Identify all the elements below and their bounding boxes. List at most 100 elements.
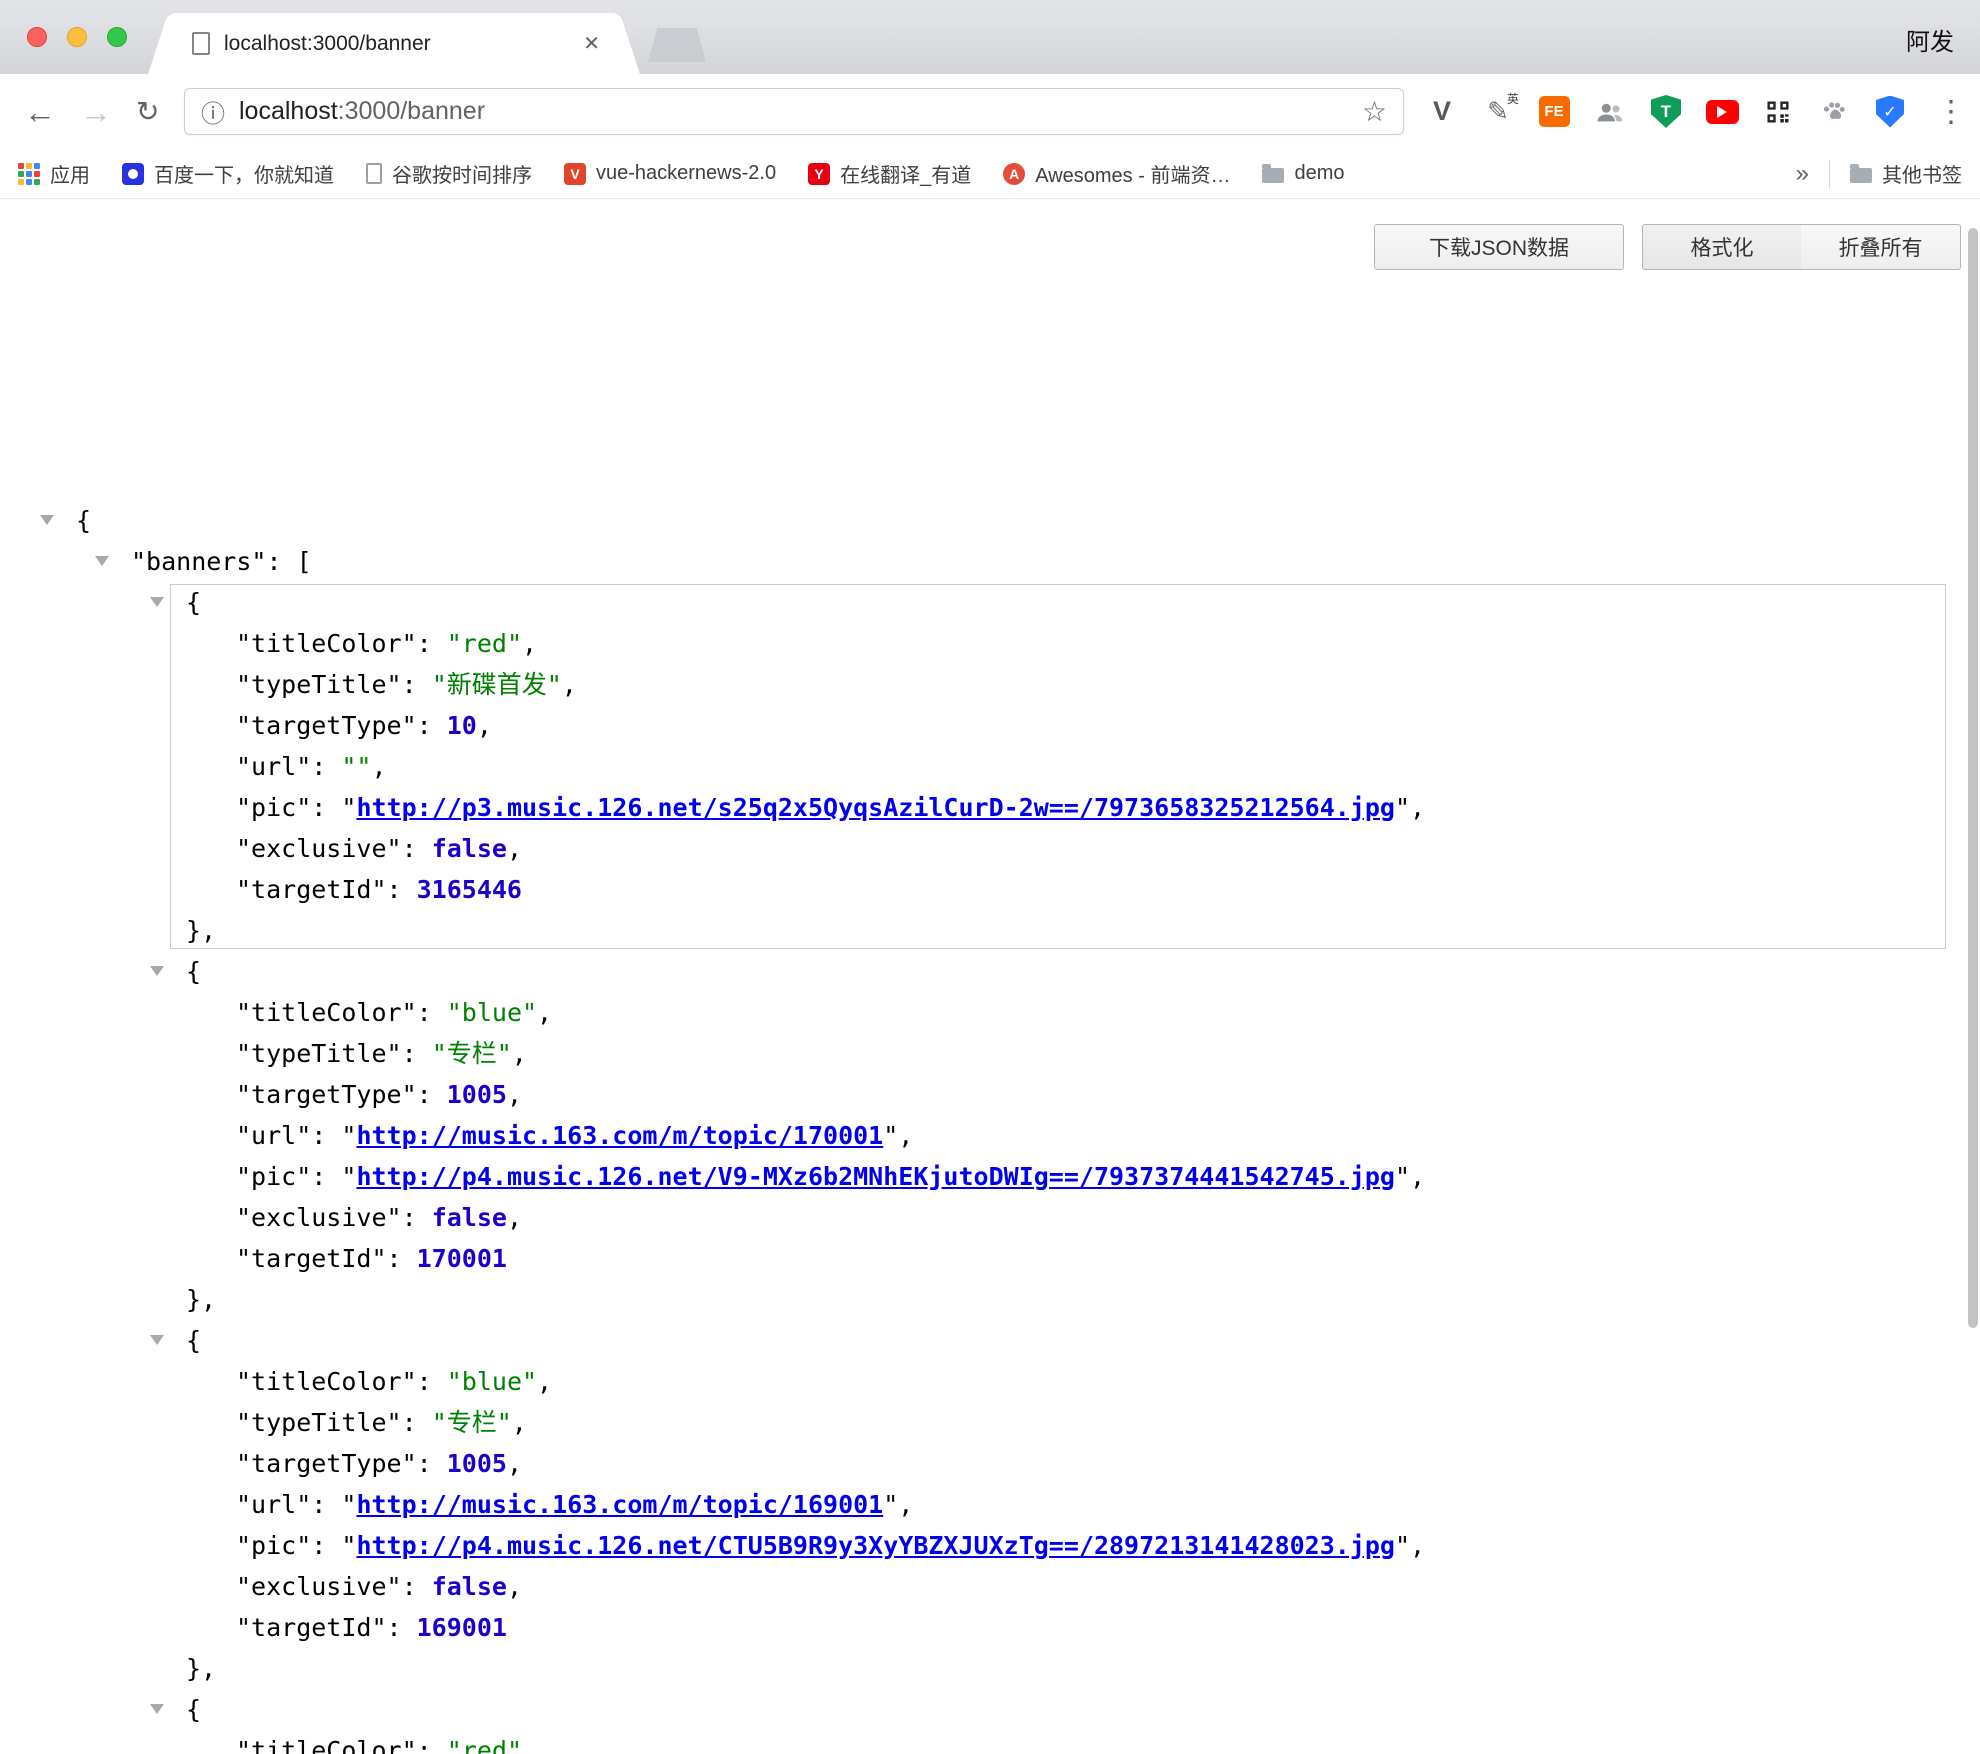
bookmarks-bar: 应用 百度一下，你就知道 谷歌按时间排序 V vue-hackernews-2.…	[0, 149, 1980, 199]
collapse-all-button[interactable]: 折叠所有	[1801, 224, 1961, 270]
collapse-toggle-icon[interactable]	[150, 966, 164, 976]
paw-icon	[1820, 98, 1848, 126]
json-hover-box: {"titleColor": "red","typeTitle": "新碟首发"…	[0, 582, 1956, 951]
youdao-icon: Y	[808, 163, 830, 185]
bookmarks-divider	[1829, 160, 1830, 188]
bookmark-label: vue-hackernews-2.0	[596, 162, 776, 185]
folder-icon	[1262, 168, 1284, 183]
collapse-toggle-icon[interactable]	[95, 556, 109, 566]
browser-window: localhost:3000/banner ✕ 阿发 ← → ↻ ⓘ local…	[0, 0, 1980, 1754]
json-line: "pic": "http://p3.music.126.net/s25q2x5Q…	[0, 787, 1956, 828]
bookmark-label: 百度一下，你就知道	[154, 159, 334, 188]
close-tab-icon[interactable]: ✕	[583, 31, 600, 56]
other-bookmarks-folder[interactable]: 其他书签	[1850, 159, 1962, 188]
paw-extension-icon[interactable]	[1816, 94, 1852, 130]
qr-code-extension-icon[interactable]	[1760, 94, 1796, 130]
json-line: "pic": "http://p4.music.126.net/V9-MXz6b…	[0, 1156, 1956, 1197]
json-line: "targetType": 1005,	[0, 1074, 1956, 1115]
youtube-extension-icon[interactable]	[1704, 94, 1740, 130]
json-line: "url": "http://music.163.com/m/topic/169…	[0, 1484, 1956, 1525]
json-url-link[interactable]: http://p3.music.126.net/s25q2x5QyqsAzilC…	[356, 793, 1395, 822]
bookmark-label: 谷歌按时间排序	[392, 159, 532, 188]
json-url-link[interactable]: http://p4.music.126.net/V9-MXz6b2MNhEKju…	[356, 1162, 1395, 1191]
security-shield-extension-icon[interactable]: ✓	[1872, 94, 1908, 130]
json-line: "typeTitle": "专栏",	[0, 1402, 1956, 1443]
json-line: {	[0, 1689, 1956, 1730]
json-line: "titleColor": "blue",	[0, 1361, 1956, 1402]
fe-extension-icon[interactable]: FE	[1536, 94, 1572, 130]
tampermonkey-extension-icon[interactable]: T	[1648, 94, 1684, 130]
browser-menu-icon[interactable]: ⋮	[1936, 94, 1966, 129]
json-tree: {"banners": [{"titleColor": "red","typeT…	[0, 500, 1956, 1754]
page-info-icon[interactable]: ⓘ	[201, 94, 225, 129]
reload-button[interactable]: ↻	[136, 98, 159, 126]
page-icon	[366, 163, 382, 184]
json-url-link[interactable]: http://music.163.com/m/topic/170001	[356, 1121, 883, 1150]
bookmark-item-youdao[interactable]: Y 在线翻译_有道	[808, 159, 971, 188]
collapse-toggle-icon[interactable]	[150, 597, 164, 607]
awesomes-icon: A	[1003, 163, 1025, 185]
scrollbar[interactable]	[1968, 228, 1978, 1328]
back-button[interactable]: ←	[24, 96, 56, 128]
bookmarks-overflow-icon[interactable]: »	[1796, 160, 1809, 188]
bookmark-item-baidu[interactable]: 百度一下，你就知道	[122, 159, 334, 188]
format-button[interactable]: 格式化	[1642, 224, 1802, 270]
url-text: localhost:3000/banner	[239, 97, 485, 126]
translate-extension-icon[interactable]: ✎英	[1480, 94, 1516, 130]
profile-name[interactable]: 阿发	[1906, 22, 1954, 57]
new-tab-button[interactable]	[648, 28, 706, 62]
collapse-toggle-icon[interactable]	[40, 515, 54, 525]
people-extension-icon[interactable]	[1592, 94, 1628, 130]
bookmark-label: 其他书签	[1882, 159, 1962, 188]
json-line: "banners": [	[0, 541, 1956, 582]
url-path: :3000/banner	[338, 97, 485, 125]
folder-icon	[1850, 168, 1872, 183]
bookmark-item-demo[interactable]: demo	[1262, 162, 1344, 185]
json-line: "url": "http://music.163.com/m/topic/170…	[0, 1115, 1956, 1156]
json-line: "targetType": 1005,	[0, 1443, 1956, 1484]
json-line: "titleColor": "red",	[0, 623, 1956, 664]
collapse-toggle-icon[interactable]	[150, 1335, 164, 1345]
json-line: "pic": "http://p4.music.126.net/CTU5B9R9…	[0, 1525, 1956, 1566]
json-line: {	[0, 500, 1956, 541]
tab-title: localhost:3000/banner	[224, 32, 569, 56]
bookmark-item-google-sort[interactable]: 谷歌按时间排序	[366, 159, 532, 188]
json-line: "targetId": 3165446	[0, 869, 1956, 910]
bookmark-label: demo	[1294, 162, 1344, 185]
bookmark-item-apps[interactable]: 应用	[18, 159, 90, 188]
close-window-button[interactable]	[27, 27, 47, 47]
url-host: localhost	[239, 97, 338, 125]
play-icon	[1717, 106, 1727, 118]
page-content: 下载JSON数据 格式化 折叠所有 {"banners": [{"titleCo…	[0, 200, 1980, 1754]
address-bar[interactable]: ⓘ localhost:3000/banner ☆	[184, 88, 1404, 135]
minimize-window-button[interactable]	[67, 27, 87, 47]
bookmark-label: 在线翻译_有道	[840, 159, 971, 188]
json-line: "exclusive": false,	[0, 1566, 1956, 1607]
vimium-extension-icon[interactable]: V	[1424, 94, 1460, 130]
json-line: },	[0, 1648, 1956, 1689]
json-line: "typeTitle": "专栏",	[0, 1033, 1956, 1074]
json-line: "titleColor": "blue",	[0, 992, 1956, 1033]
bookmark-item-awesomes[interactable]: A Awesomes - 前端资…	[1003, 159, 1230, 188]
zoom-window-button[interactable]	[107, 27, 127, 47]
download-json-button[interactable]: 下载JSON数据	[1374, 224, 1624, 270]
vue-icon: V	[564, 163, 586, 185]
people-icon	[1595, 97, 1625, 127]
json-line: "url": "",	[0, 746, 1956, 787]
bookmark-star-icon[interactable]: ☆	[1362, 95, 1387, 128]
navigation-bar: ← → ↻ ⓘ localhost:3000/banner ☆ V ✎英 FE …	[0, 74, 1980, 149]
json-line: "targetId": 169001	[0, 1607, 1956, 1648]
json-line: {	[0, 582, 1956, 623]
titlebar: localhost:3000/banner ✕ 阿发	[0, 0, 1980, 74]
json-line: "exclusive": false,	[0, 1197, 1956, 1238]
page-favicon-icon	[192, 32, 210, 55]
qr-icon	[1764, 98, 1792, 126]
json-line: {	[0, 1320, 1956, 1361]
bookmark-item-vue-hackernews[interactable]: V vue-hackernews-2.0	[564, 162, 776, 185]
browser-tab[interactable]: localhost:3000/banner ✕	[170, 13, 618, 74]
bookmarks-right-group: » 其他书签	[1796, 159, 1962, 188]
collapse-toggle-icon[interactable]	[150, 1704, 164, 1714]
forward-button[interactable]: →	[80, 96, 112, 128]
json-url-link[interactable]: http://music.163.com/m/topic/169001	[356, 1490, 883, 1519]
json-url-link[interactable]: http://p4.music.126.net/CTU5B9R9y3XyYBZX…	[356, 1531, 1395, 1560]
